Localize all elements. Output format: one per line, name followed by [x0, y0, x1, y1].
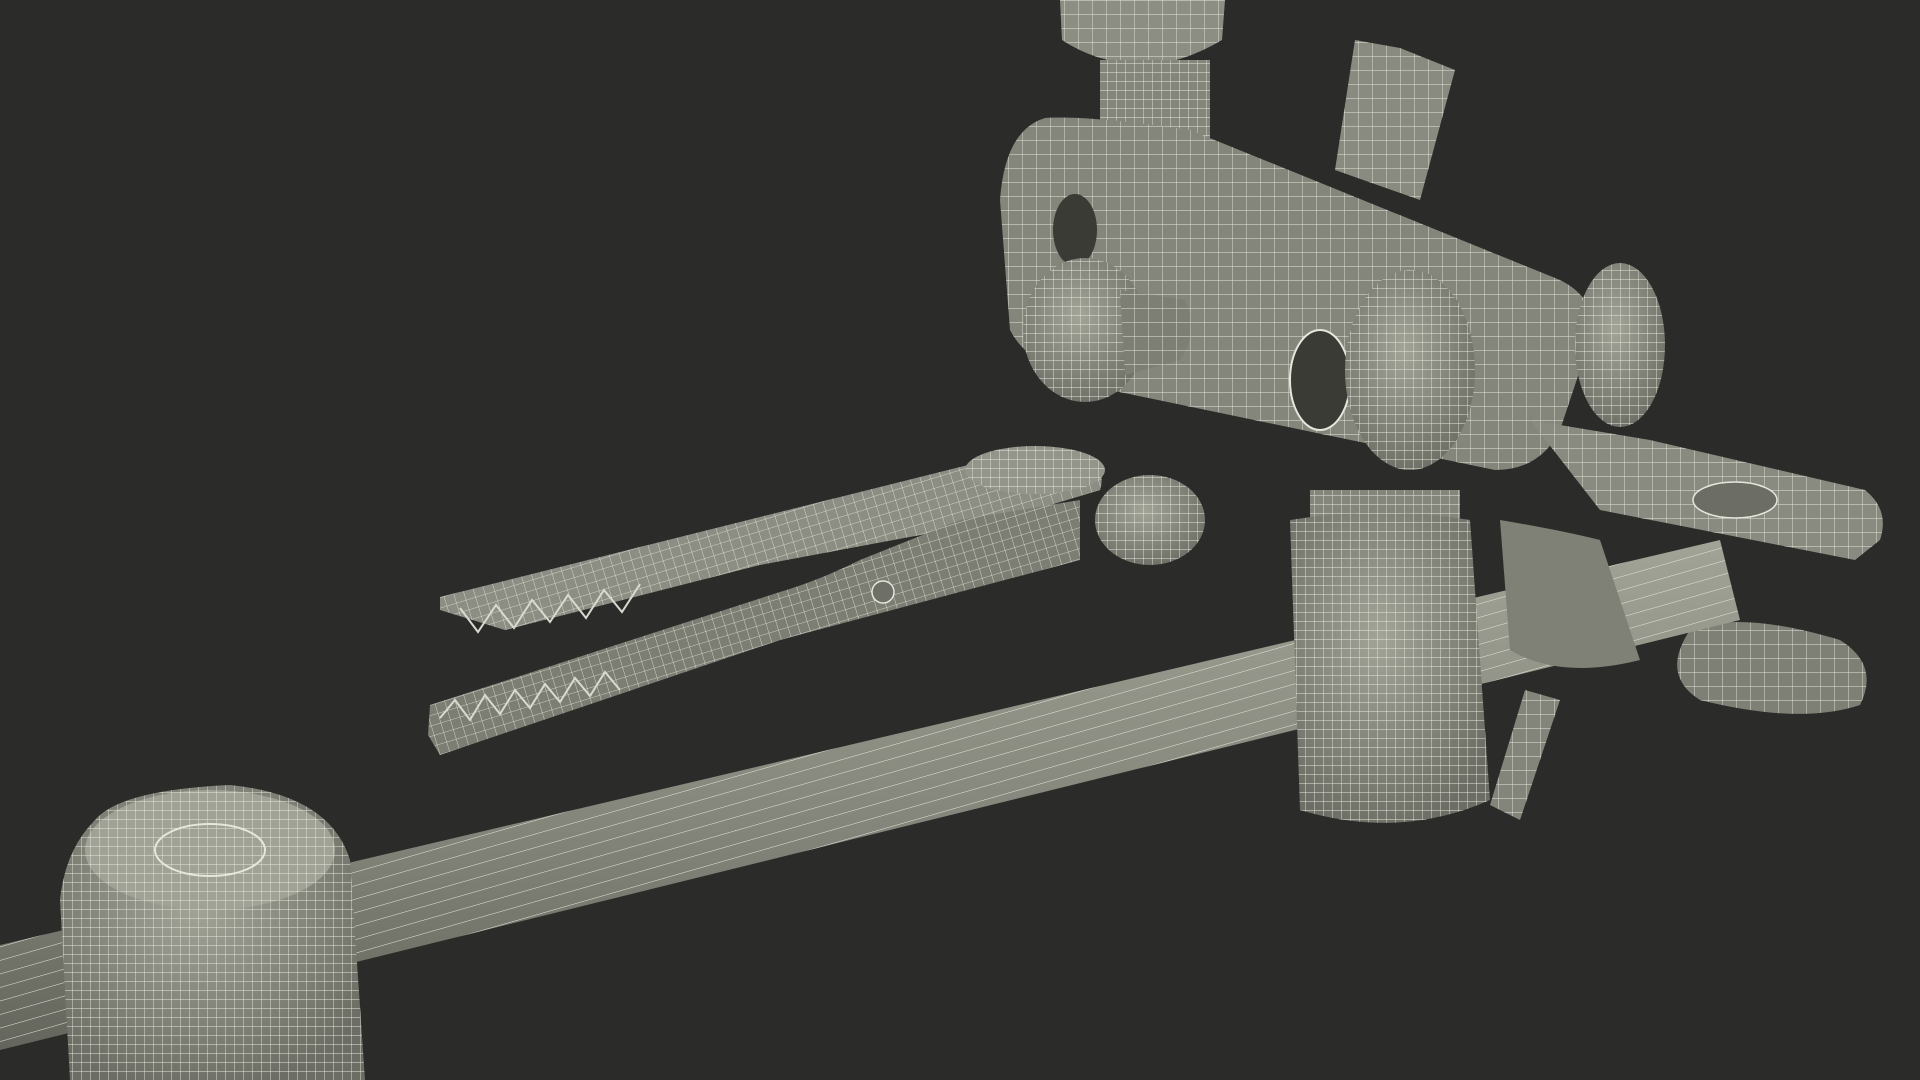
wireframe-render-canvas	[0, 0, 1883, 1080]
left-end-knob	[60, 785, 365, 1080]
square-bar	[1335, 40, 1455, 200]
wing-nut-right	[1575, 263, 1665, 427]
